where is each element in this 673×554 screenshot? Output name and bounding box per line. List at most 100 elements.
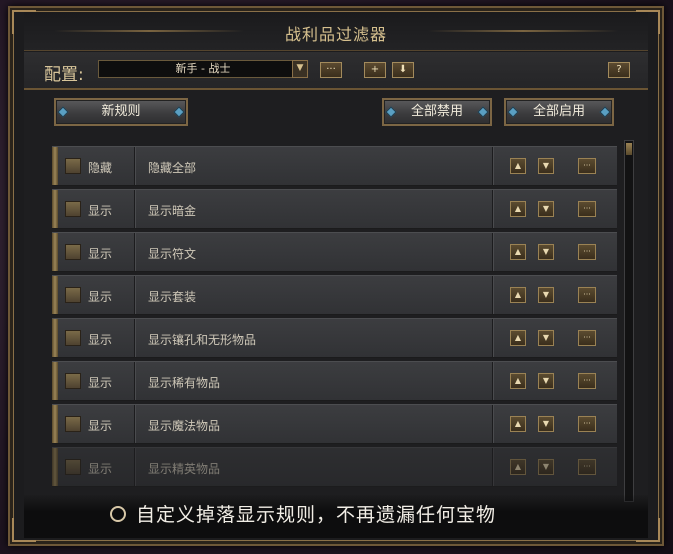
rule-name: 显示精英物品 xyxy=(148,462,221,476)
chevron-up-icon[interactable]: ▲ xyxy=(510,158,526,174)
rule-enable-checkbox[interactable] xyxy=(65,416,81,432)
disable-all-button[interactable]: 全部禁用 xyxy=(382,98,492,126)
config-label: 配置: xyxy=(44,65,84,85)
gem-icon xyxy=(507,106,519,118)
ellipsis-icon[interactable]: ··· xyxy=(578,330,596,346)
rule-enable-checkbox[interactable] xyxy=(65,287,81,303)
rule-row[interactable]: 显示 显示精英物品 ▲ ▼ ··· xyxy=(52,447,617,487)
ellipsis-icon[interactable]: ··· xyxy=(578,201,596,217)
rule-enable-checkbox[interactable] xyxy=(65,244,81,260)
drag-handle[interactable] xyxy=(52,448,58,486)
rule-enable-checkbox[interactable] xyxy=(65,459,81,475)
ellipsis-icon[interactable]: ··· xyxy=(578,416,596,432)
rule-row[interactable]: 显示 显示符文 ▲ ▼ ··· xyxy=(52,232,617,272)
ellipsis-icon[interactable]: ··· xyxy=(578,287,596,303)
drag-handle[interactable] xyxy=(52,233,58,271)
profile-dropdown-value: 新手 - 战士 xyxy=(175,62,231,75)
rule-name: 隐藏全部 xyxy=(148,161,197,175)
chevron-up-icon[interactable]: ▲ xyxy=(510,330,526,346)
rule-mode: 显示 xyxy=(88,376,113,390)
chevron-down-icon[interactable]: ▼ xyxy=(538,416,554,432)
column-divider xyxy=(492,190,493,228)
drag-handle[interactable] xyxy=(52,147,58,185)
gem-icon xyxy=(173,106,185,118)
rule-row[interactable]: 显示 显示暗金 ▲ ▼ ··· xyxy=(52,189,617,229)
rule-enable-checkbox[interactable] xyxy=(65,201,81,217)
column-divider xyxy=(134,276,135,314)
chevron-up-icon[interactable]: ▲ xyxy=(510,459,526,475)
chevron-down-icon[interactable]: ▼ xyxy=(292,60,308,78)
drag-handle[interactable] xyxy=(52,405,58,443)
rule-name: 显示套装 xyxy=(148,290,197,304)
chevron-down-icon[interactable]: ▼ xyxy=(538,330,554,346)
help-button[interactable]: ? xyxy=(608,62,630,78)
chevron-up-icon[interactable]: ▲ xyxy=(510,416,526,432)
circle-bullet-icon xyxy=(110,506,126,522)
rule-mode: 隐藏 xyxy=(88,161,113,175)
gem-icon xyxy=(57,106,69,118)
enable-all-button[interactable]: 全部启用 xyxy=(504,98,614,126)
column-divider xyxy=(134,405,135,443)
new-rule-button[interactable]: 新规则 xyxy=(54,98,188,126)
ellipsis-icon[interactable]: ··· xyxy=(578,373,596,389)
rule-enable-checkbox[interactable] xyxy=(65,373,81,389)
gem-icon xyxy=(599,106,611,118)
promo-caption: 自定义掉落显示规则，不再遗漏任何宝物 xyxy=(110,500,590,528)
column-divider xyxy=(492,233,493,271)
ellipsis-icon[interactable]: ··· xyxy=(578,459,596,475)
rules-panel: 新规则 全部禁用 全部启用 隐藏 隐藏全部 ▲ ▼ ··· 显示 显示暗金 ▲ … xyxy=(24,90,648,530)
disable-all-label: 全部禁用 xyxy=(410,104,463,119)
column-divider xyxy=(492,362,493,400)
rule-mode: 显示 xyxy=(88,247,113,261)
rule-name: 显示稀有物品 xyxy=(148,376,221,390)
chevron-up-icon[interactable]: ▲ xyxy=(510,244,526,260)
column-divider xyxy=(492,319,493,357)
chevron-down-icon[interactable]: ▼ xyxy=(538,459,554,475)
enable-all-label: 全部启用 xyxy=(532,104,585,119)
rename-profile-button[interactable]: ··· xyxy=(320,62,342,78)
chevron-up-icon[interactable]: ▲ xyxy=(510,287,526,303)
chevron-down-icon[interactable]: ▼ xyxy=(538,287,554,303)
rule-row[interactable]: 显示 显示镶孔和无形物品 ▲ ▼ ··· xyxy=(52,318,617,358)
chevron-down-icon[interactable]: ▼ xyxy=(538,373,554,389)
profile-dropdown[interactable]: 新手 - 战士 ▼ xyxy=(98,60,308,78)
rule-mode: 显示 xyxy=(88,204,113,218)
rules-scrollbar[interactable] xyxy=(624,140,634,502)
help-icon: ? xyxy=(616,64,622,75)
rule-row[interactable]: 显示 显示魔法物品 ▲ ▼ ··· xyxy=(52,404,617,444)
column-divider xyxy=(492,147,493,185)
add-profile-button[interactable]: + xyxy=(364,62,386,78)
column-divider xyxy=(492,405,493,443)
column-divider xyxy=(134,448,135,486)
chevron-up-icon[interactable]: ▲ xyxy=(510,373,526,389)
column-divider xyxy=(134,190,135,228)
chevron-down-icon[interactable]: ▼ xyxy=(538,201,554,217)
rule-row[interactable]: 显示 显示稀有物品 ▲ ▼ ··· xyxy=(52,361,617,401)
rule-enable-checkbox[interactable] xyxy=(65,158,81,174)
ellipsis-icon[interactable]: ··· xyxy=(578,158,596,174)
new-rule-label: 新规则 xyxy=(101,104,141,119)
scrollbar-thumb[interactable] xyxy=(626,143,632,155)
chevron-up-icon[interactable]: ▲ xyxy=(510,201,526,217)
rule-list: 隐藏 隐藏全部 ▲ ▼ ··· 显示 显示暗金 ▲ ▼ ··· 显示 显示符文 … xyxy=(52,146,617,490)
chevron-down-icon[interactable]: ▼ xyxy=(538,158,554,174)
drag-handle[interactable] xyxy=(52,319,58,357)
chevron-down-icon[interactable]: ▼ xyxy=(538,244,554,260)
rule-row[interactable]: 隐藏 隐藏全部 ▲ ▼ ··· xyxy=(52,146,617,186)
plus-icon: + xyxy=(370,64,380,75)
download-profile-button[interactable]: ⬇ xyxy=(392,62,414,78)
drag-handle[interactable] xyxy=(52,362,58,400)
gem-icon xyxy=(477,106,489,118)
rule-mode: 显示 xyxy=(88,462,113,476)
ellipsis-icon[interactable]: ··· xyxy=(578,244,596,260)
gem-icon xyxy=(385,106,397,118)
loot-filter-window: 战利品过滤器 配置: 新手 - 战士 ▼ ··· + ⬇ ? 新规则 全部禁用 xyxy=(8,6,664,546)
rule-mode: 显示 xyxy=(88,290,113,304)
drag-handle[interactable] xyxy=(52,190,58,228)
drag-handle[interactable] xyxy=(52,276,58,314)
rule-row[interactable]: 显示 显示套装 ▲ ▼ ··· xyxy=(52,275,617,315)
download-icon: ⬇ xyxy=(398,64,408,75)
rule-name: 显示镶孔和无形物品 xyxy=(148,333,257,347)
rule-enable-checkbox[interactable] xyxy=(65,330,81,346)
window-title: 战利品过滤器 xyxy=(284,25,387,44)
